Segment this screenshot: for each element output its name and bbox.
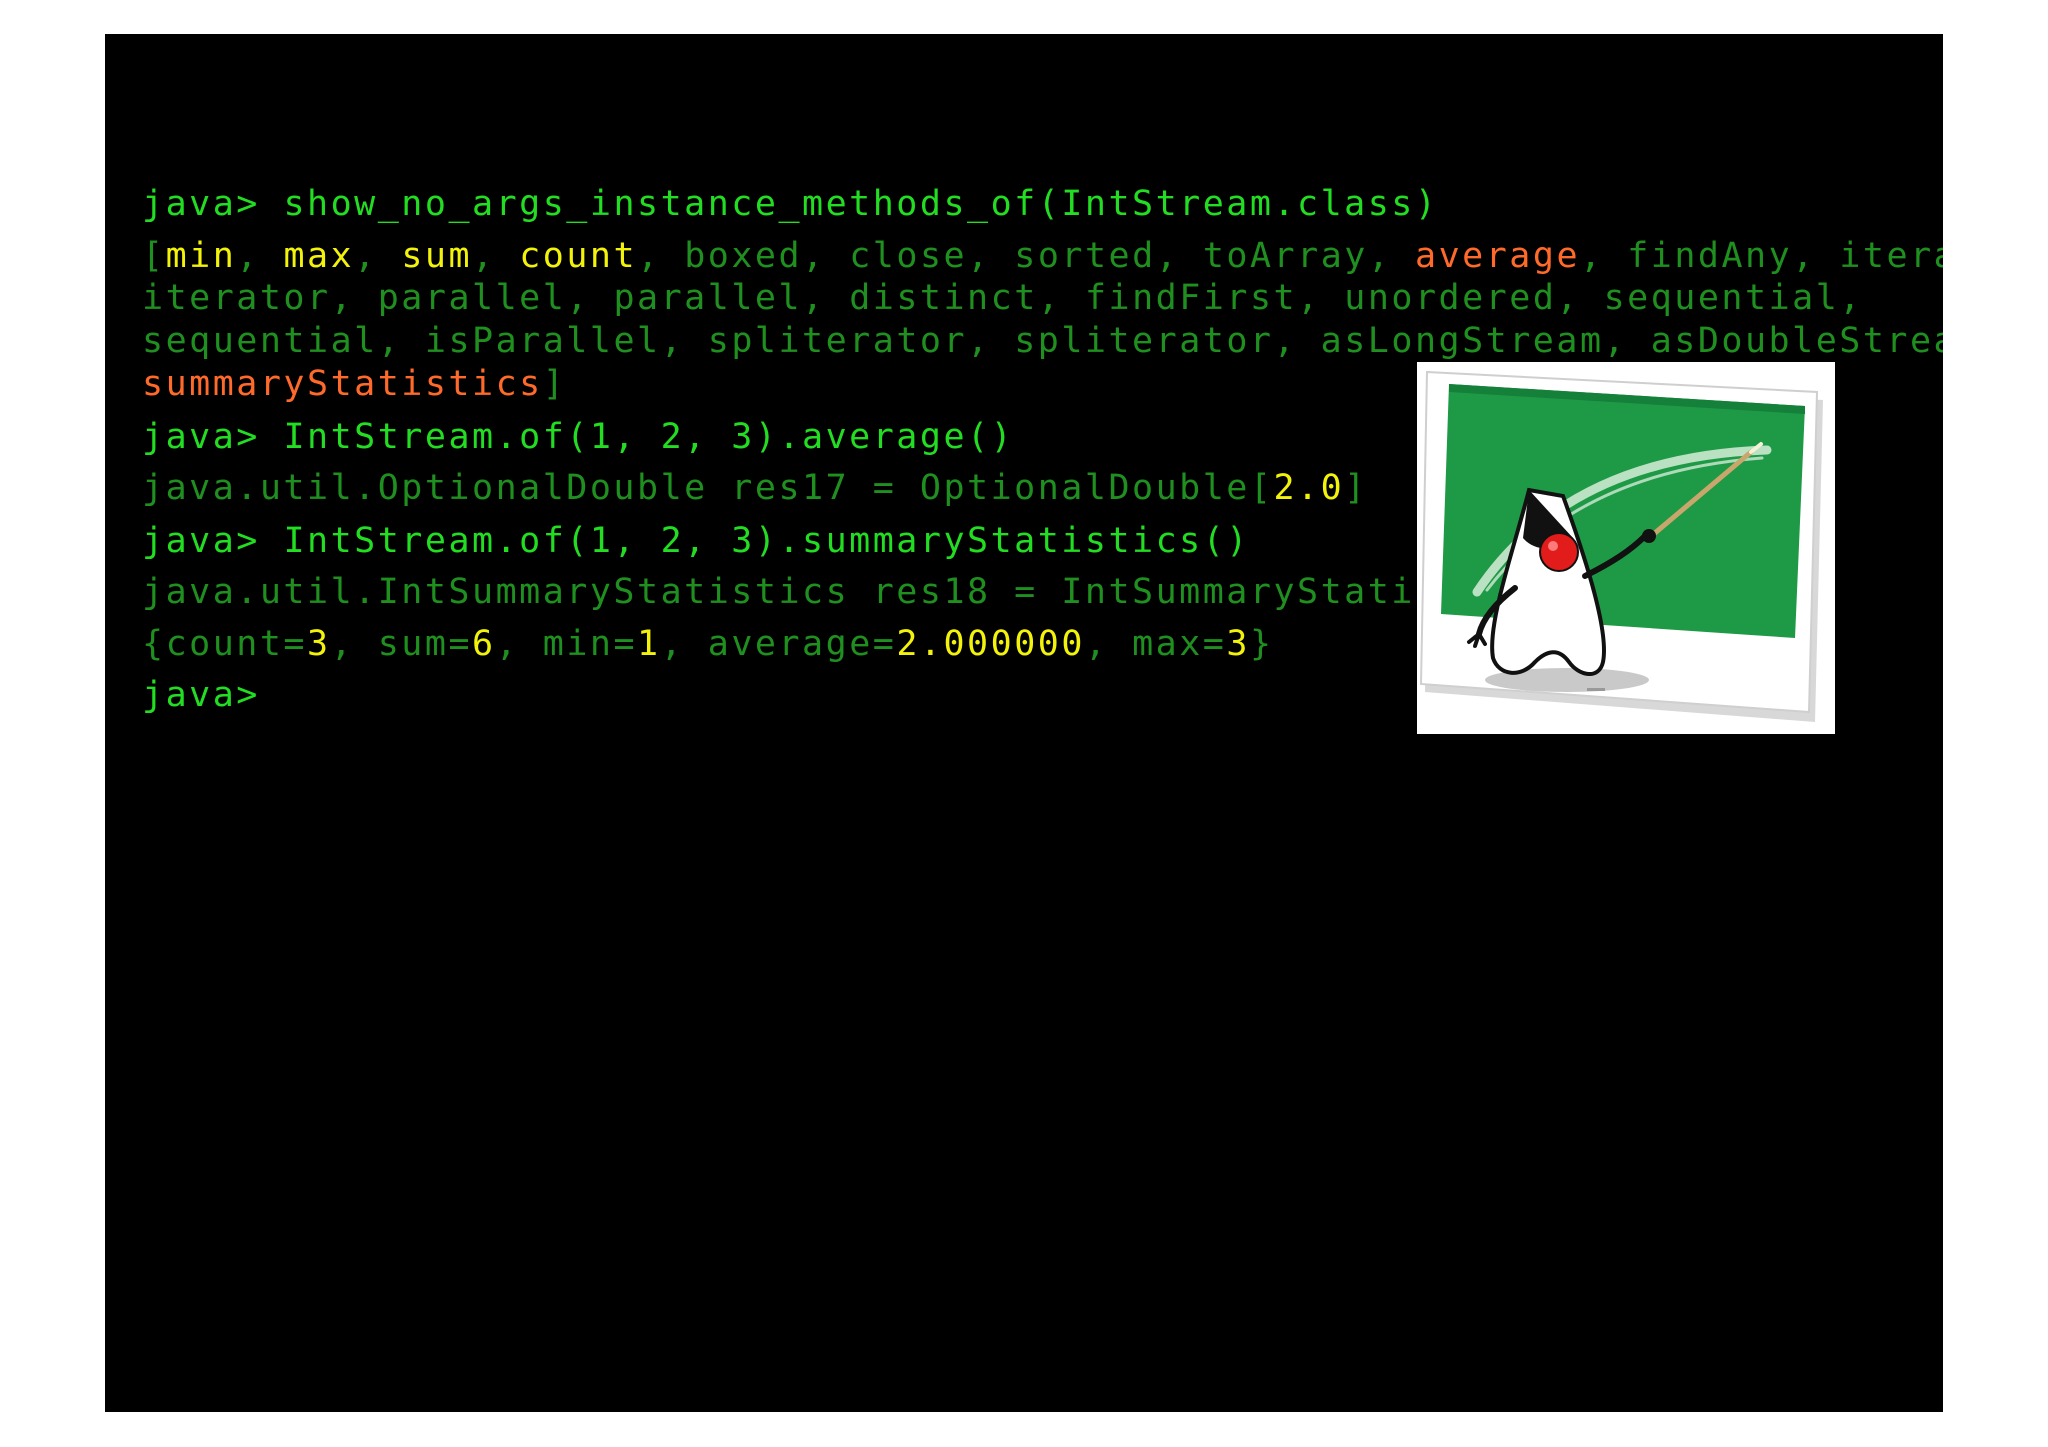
duke-teaching-icon: [1419, 370, 1823, 722]
method-name: min: [165, 236, 237, 276]
method-name: spliterator: [707, 321, 968, 361]
stat-min: 1: [637, 624, 661, 664]
method-name: sequential: [142, 321, 378, 361]
prompt: java>: [142, 675, 260, 715]
prompt: java>: [142, 521, 260, 561]
method-name: iterator: [1839, 236, 1943, 276]
method-name: count: [519, 236, 638, 276]
method-name: sorted: [1014, 236, 1156, 276]
prompt: java>: [142, 417, 260, 457]
terminal-slide: java> show_no_args_instance_methods_of(I…: [105, 34, 1943, 1412]
duke-teaching-illustration: [1417, 362, 1835, 734]
stat-sum: 6: [472, 624, 496, 664]
command-line-2: java> IntStream.of(1, 2, 3).average(): [142, 415, 1014, 459]
method-name: close: [849, 236, 968, 276]
method-name: average: [1415, 236, 1581, 276]
result-res18: java.util.IntSummaryStatistics res18 = I…: [142, 572, 1533, 612]
methods-output-line-3: sequential, isParallel, spliterator, spl…: [142, 319, 1943, 363]
command-text: show_no_args_instance_methods_of(IntStre…: [283, 184, 1439, 224]
method-name: toArray: [1202, 236, 1368, 276]
command-line-1: java> show_no_args_instance_methods_of(I…: [142, 182, 1438, 226]
command-text: IntStream.of(1, 2, 3).summaryStatistics(…: [283, 521, 1250, 561]
result-value: 2.0: [1273, 468, 1345, 508]
method-name: sequential: [1603, 278, 1840, 318]
command-line-prompt: java>: [142, 673, 260, 717]
summary-stats-output: {count=3, sum=6, min=1, average=2.000000…: [142, 624, 1274, 664]
method-name: unordered: [1344, 278, 1557, 318]
stat-max: 3: [1226, 624, 1250, 664]
command-line-3: java> IntStream.of(1, 2, 3).summaryStati…: [142, 519, 1250, 563]
method-name: isParallel: [424, 321, 661, 361]
result-res17: java.util.OptionalDouble res17 = Optiona…: [142, 468, 1368, 508]
methods-output-line-2: iterator, parallel, parallel, distinct, …: [142, 278, 1863, 318]
method-name: boxed: [684, 236, 803, 276]
prompt: java>: [142, 184, 260, 224]
method-name: findAny: [1627, 236, 1793, 276]
method-name: distinct: [849, 278, 1038, 318]
stat-average: 2.000000: [896, 624, 1085, 664]
method-name: max: [283, 236, 355, 276]
method-name: parallel: [613, 278, 803, 318]
stat-count: 3: [307, 624, 331, 664]
method-name: findFirst: [1084, 278, 1298, 318]
methods-output-line-4: summaryStatistics]: [142, 364, 567, 404]
method-name: summaryStatistics: [142, 364, 543, 404]
method-name: parallel: [377, 278, 567, 318]
method-name: asLongStream: [1320, 321, 1604, 361]
method-name: asDoubleStream: [1650, 321, 1943, 361]
method-name: iterator: [142, 278, 331, 318]
method-name: spliterator: [1014, 321, 1274, 361]
method-name: sum: [401, 236, 473, 276]
command-text: IntStream.of(1, 2, 3).average(): [283, 417, 1015, 457]
methods-output-line-1: [min, max, sum, count, boxed, close, sor…: [142, 234, 1943, 278]
